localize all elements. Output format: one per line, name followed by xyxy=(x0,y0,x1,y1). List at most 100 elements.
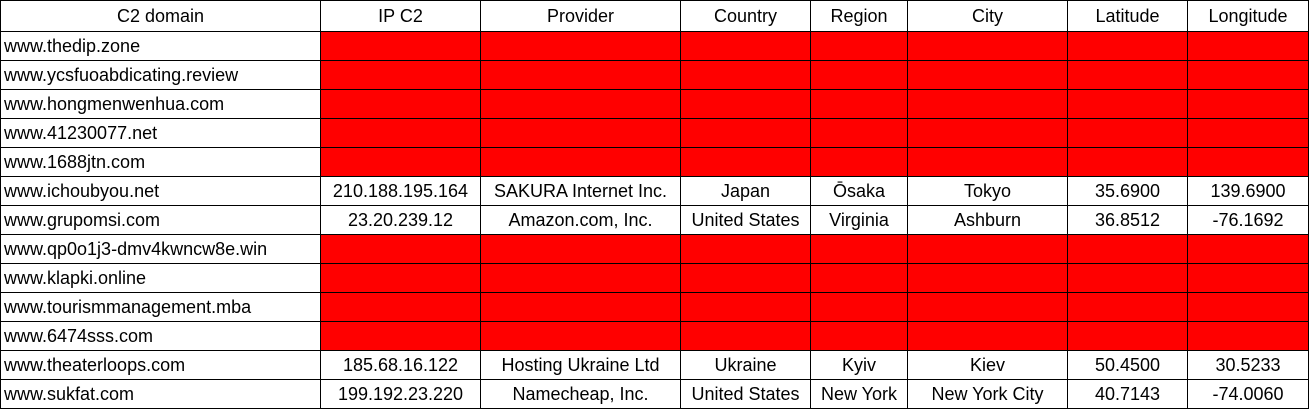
city-cell[interactable] xyxy=(907,118,1068,148)
country-cell[interactable] xyxy=(680,118,811,148)
longitude-cell[interactable]: -74.0060 xyxy=(1187,379,1309,409)
domain-cell[interactable]: www.grupomsi.com xyxy=(0,205,321,235)
provider-cell[interactable] xyxy=(480,234,681,264)
domain-cell[interactable]: www.klapki.online xyxy=(0,263,321,293)
domain-cell[interactable]: www.qp0o1j3-dmv4kwncw8e.win xyxy=(0,234,321,264)
provider-cell[interactable]: Hosting Ukraine Ltd xyxy=(480,350,681,380)
city-cell[interactable] xyxy=(907,234,1068,264)
longitude-cell[interactable]: 30.5233 xyxy=(1187,350,1309,380)
ip-cell[interactable]: 185.68.16.122 xyxy=(320,350,481,380)
domain-cell[interactable]: www.sukfat.com xyxy=(0,379,321,409)
city-cell[interactable]: Tokyo xyxy=(907,176,1068,206)
longitude-cell[interactable]: -76.1692 xyxy=(1187,205,1309,235)
provider-cell[interactable]: Namecheap, Inc. xyxy=(480,379,681,409)
provider-cell[interactable] xyxy=(480,60,681,90)
region-cell[interactable] xyxy=(810,321,908,351)
longitude-cell[interactable] xyxy=(1187,60,1309,90)
country-cell[interactable]: Ukraine xyxy=(680,350,811,380)
ip-cell[interactable] xyxy=(320,89,481,119)
city-cell[interactable] xyxy=(907,147,1068,177)
header-city[interactable]: City xyxy=(907,0,1068,32)
city-cell[interactable]: Kiev xyxy=(907,350,1068,380)
longitude-cell[interactable] xyxy=(1187,31,1309,61)
header-region[interactable]: Region xyxy=(810,0,908,32)
latitude-cell[interactable] xyxy=(1067,89,1188,119)
header-ip-c2[interactable]: IP C2 xyxy=(320,0,481,32)
latitude-cell[interactable]: 50.4500 xyxy=(1067,350,1188,380)
city-cell[interactable] xyxy=(907,321,1068,351)
provider-cell[interactable] xyxy=(480,263,681,293)
region-cell[interactable] xyxy=(810,147,908,177)
latitude-cell[interactable] xyxy=(1067,321,1188,351)
ip-cell[interactable] xyxy=(320,292,481,322)
region-cell[interactable] xyxy=(810,31,908,61)
provider-cell[interactable] xyxy=(480,292,681,322)
region-cell[interactable] xyxy=(810,118,908,148)
country-cell[interactable] xyxy=(680,147,811,177)
region-cell[interactable] xyxy=(810,263,908,293)
ip-cell[interactable] xyxy=(320,147,481,177)
country-cell[interactable]: Japan xyxy=(680,176,811,206)
domain-cell[interactable]: www.1688jtn.com xyxy=(0,147,321,177)
longitude-cell[interactable] xyxy=(1187,263,1309,293)
latitude-cell[interactable] xyxy=(1067,147,1188,177)
country-cell[interactable] xyxy=(680,263,811,293)
longitude-cell[interactable] xyxy=(1187,234,1309,264)
domain-cell[interactable]: www.41230077.net xyxy=(0,118,321,148)
city-cell[interactable]: Ashburn xyxy=(907,205,1068,235)
ip-cell[interactable]: 210.188.195.164 xyxy=(320,176,481,206)
longitude-cell[interactable] xyxy=(1187,89,1309,119)
provider-cell[interactable] xyxy=(480,147,681,177)
region-cell[interactable]: Virginia xyxy=(810,205,908,235)
header-country[interactable]: Country xyxy=(680,0,811,32)
country-cell[interactable] xyxy=(680,292,811,322)
header-latitude[interactable]: Latitude xyxy=(1067,0,1188,32)
header-longitude[interactable]: Longitude xyxy=(1187,0,1309,32)
latitude-cell[interactable] xyxy=(1067,60,1188,90)
header-c2-domain[interactable]: C2 domain xyxy=(0,0,321,32)
longitude-cell[interactable] xyxy=(1187,118,1309,148)
city-cell[interactable] xyxy=(907,292,1068,322)
header-provider[interactable]: Provider xyxy=(480,0,681,32)
domain-cell[interactable]: www.thedip.zone xyxy=(0,31,321,61)
ip-cell[interactable] xyxy=(320,234,481,264)
latitude-cell[interactable] xyxy=(1067,234,1188,264)
ip-cell[interactable]: 199.192.23.220 xyxy=(320,379,481,409)
longitude-cell[interactable] xyxy=(1187,321,1309,351)
latitude-cell[interactable]: 35.6900 xyxy=(1067,176,1188,206)
domain-cell[interactable]: www.hongmenwenhua.com xyxy=(0,89,321,119)
latitude-cell[interactable] xyxy=(1067,292,1188,322)
domain-cell[interactable]: www.tourismmanagement.mba xyxy=(0,292,321,322)
ip-cell[interactable] xyxy=(320,263,481,293)
region-cell[interactable] xyxy=(810,60,908,90)
region-cell[interactable]: Kyiv xyxy=(810,350,908,380)
longitude-cell[interactable]: 139.6900 xyxy=(1187,176,1309,206)
country-cell[interactable]: United States xyxy=(680,205,811,235)
latitude-cell[interactable]: 36.8512 xyxy=(1067,205,1188,235)
longitude-cell[interactable] xyxy=(1187,292,1309,322)
country-cell[interactable] xyxy=(680,60,811,90)
country-cell[interactable] xyxy=(680,321,811,351)
city-cell[interactable] xyxy=(907,31,1068,61)
domain-cell[interactable]: www.theaterloops.com xyxy=(0,350,321,380)
city-cell[interactable] xyxy=(907,60,1068,90)
latitude-cell[interactable] xyxy=(1067,118,1188,148)
ip-cell[interactable] xyxy=(320,60,481,90)
latitude-cell[interactable] xyxy=(1067,263,1188,293)
provider-cell[interactable] xyxy=(480,118,681,148)
latitude-cell[interactable]: 40.7143 xyxy=(1067,379,1188,409)
domain-cell[interactable]: www.6474sss.com xyxy=(0,321,321,351)
ip-cell[interactable] xyxy=(320,118,481,148)
domain-cell[interactable]: www.ycsfuoabdicating.review xyxy=(0,60,321,90)
region-cell[interactable] xyxy=(810,89,908,119)
latitude-cell[interactable] xyxy=(1067,31,1188,61)
ip-cell[interactable]: 23.20.239.12 xyxy=(320,205,481,235)
country-cell[interactable]: United States xyxy=(680,379,811,409)
region-cell[interactable] xyxy=(810,292,908,322)
city-cell[interactable]: New York City xyxy=(907,379,1068,409)
region-cell[interactable]: Ōsaka xyxy=(810,176,908,206)
region-cell[interactable] xyxy=(810,234,908,264)
country-cell[interactable] xyxy=(680,234,811,264)
ip-cell[interactable] xyxy=(320,31,481,61)
provider-cell[interactable] xyxy=(480,31,681,61)
